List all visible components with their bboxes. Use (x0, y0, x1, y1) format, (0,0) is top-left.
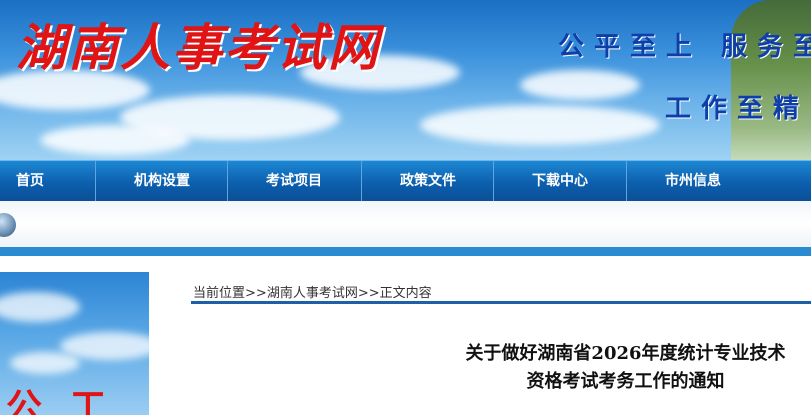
slogan-line2: 工作至精 (665, 94, 810, 124)
breadcrumb-separator: >> (357, 286, 380, 301)
article-title: 关于做好湖南省2026年度统计专业技术 资格考试考务工作的通知 (440, 340, 811, 396)
nav-item-label: 机构设置 (134, 173, 190, 189)
sidebar-image-text: 公工 (6, 386, 135, 415)
nav-item-label: 首页 (16, 173, 44, 189)
tree-decoration (731, 0, 811, 160)
nav-item-label: 考试项目 (266, 173, 322, 189)
article-title-line1: 关于做好湖南省2026年度统计专业技术 (465, 343, 786, 364)
breadcrumb-current: 正文内容 (379, 286, 432, 301)
breadcrumb-separator: >> (245, 286, 267, 301)
breadcrumb-prefix: 当前位置 (193, 286, 246, 301)
nav-item-home[interactable]: 首页 (0, 161, 96, 201)
site-title[interactable]: 湖南人事考试网 (16, 8, 380, 80)
breadcrumb-home-link[interactable]: 湖南人事考试网 (267, 286, 358, 301)
breadcrumb: 当前位置>>湖南人事考试网>>正文内容 (193, 282, 432, 301)
nav-item-organization[interactable]: 机构设置 (96, 161, 228, 201)
article-title-line2: 资格考试考务工作的通知 (526, 371, 725, 392)
globe-icon (0, 213, 16, 237)
header-banner: 湖南人事考试网 公平至上 服务至 工作至精 (0, 0, 811, 160)
sidebar-banner-image: 公工 (0, 272, 149, 415)
nav-item-city-info[interactable]: 市州信息 (627, 161, 811, 201)
nav-item-exams[interactable]: 考试项目 (228, 161, 362, 201)
nav-item-policies[interactable]: 政策文件 (362, 161, 494, 201)
nav-item-label: 市州信息 (665, 173, 721, 189)
slogan-line1: 公平至上 服务至 (558, 32, 811, 62)
sub-bar (0, 201, 811, 248)
nav-item-label: 政策文件 (400, 173, 456, 189)
nav-item-downloads[interactable]: 下载中心 (494, 161, 627, 201)
nav-item-label: 下载中心 (532, 173, 588, 189)
breadcrumb-underline (191, 301, 811, 304)
divider-strip (0, 247, 811, 256)
main-nav: 首页 机构设置 考试项目 政策文件 下载中心 市州信息 (0, 160, 811, 201)
